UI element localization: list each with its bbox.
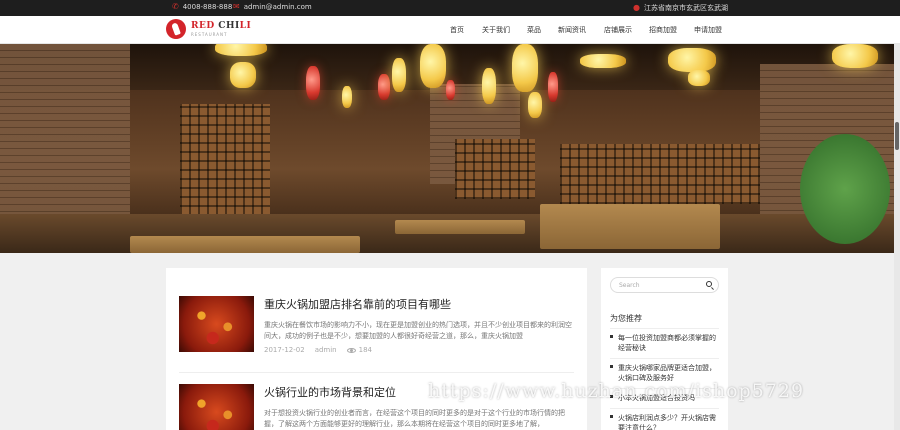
article-author: admin <box>314 346 337 354</box>
nav-item-stores[interactable]: 店铺展示 <box>604 25 632 35</box>
nav-item-home[interactable]: 首页 <box>450 25 464 35</box>
nav-item-apply[interactable]: 申请加盟 <box>694 25 722 35</box>
list-item[interactable]: 每一位投资加盟商都必须掌握的经营秘诀 <box>610 328 719 358</box>
site-logo[interactable]: RED CHILI RESTAURANT <box>166 19 251 39</box>
contact-address: ● 江苏省南京市玄武区玄武湖 <box>633 3 728 13</box>
article-title[interactable]: 火锅行业的市场背景和定位 <box>264 384 396 400</box>
article-title[interactable]: 重庆火锅加盟店排名靠前的项目有哪些 <box>264 296 451 312</box>
article-meta: 2017-12-02 admin 184 <box>264 346 372 354</box>
nav-item-dishes[interactable]: 菜品 <box>527 25 541 35</box>
sidebar: Search 为您推荐 每一位投资加盟商都必须掌握的经营秘诀 重庆火锅哪家品牌更… <box>601 268 728 430</box>
article-thumbnail[interactable] <box>179 384 254 430</box>
mail-icon: ✉ <box>233 2 240 11</box>
nav-item-franchise[interactable]: 招商加盟 <box>649 25 677 35</box>
hero-banner-image <box>0 44 900 253</box>
search-input[interactable]: Search <box>610 277 719 293</box>
article-excerpt: 重庆火锅在餐饮市场的影响力不小，现在更是加盟创业的热门选项，并且不少创业项目都来… <box>264 321 572 340</box>
chili-logo-icon <box>166 19 186 39</box>
article-views: 184 <box>358 346 372 354</box>
article-list: 重庆火锅加盟店排名靠前的项目有哪些 重庆火锅在餐饮市场的影响力不小，现在更是加盟… <box>166 268 587 430</box>
location-pin-icon: ● <box>633 3 640 12</box>
article-excerpt: 对于想投资火锅行业的创业者而言，在经营这个项目的同时更多的是对于这个行业的市场行… <box>264 409 565 428</box>
sidebar-title: 为您推荐 <box>610 314 642 323</box>
recommendation-list: 每一位投资加盟商都必须掌握的经营秘诀 重庆火锅哪家品牌更适合加盟，火锅口碑及服务… <box>610 328 719 430</box>
nav-item-about[interactable]: 关于我们 <box>482 25 510 35</box>
divider <box>179 372 574 373</box>
site-header: RED CHILI RESTAURANT 首页 关于我们 菜品 新闻资讯 店铺展… <box>0 16 900 44</box>
search-icon[interactable] <box>706 281 712 287</box>
contact-email[interactable]: ✉ admin@admin.com <box>233 2 312 12</box>
watermark-text: https://www.huzhan.com/ishop5729 <box>428 380 805 402</box>
scrollbar-thumb[interactable] <box>895 122 899 150</box>
eye-icon <box>346 347 356 353</box>
nav-item-news[interactable]: 新闻资讯 <box>558 25 586 35</box>
article-date: 2017-12-02 <box>264 346 305 354</box>
phone-icon: ✆ <box>172 2 179 11</box>
contact-phone: ✆ 4008-888-888 <box>172 2 233 12</box>
page-scrollbar[interactable] <box>894 44 900 430</box>
list-item[interactable]: 火锅店利润点多少？开火锅店需要注意什么？ <box>610 408 719 430</box>
article-thumbnail[interactable] <box>179 296 254 352</box>
top-bar: ✆ 4008-888-888 ✉ admin@admin.com ● 江苏省南京… <box>0 0 900 16</box>
